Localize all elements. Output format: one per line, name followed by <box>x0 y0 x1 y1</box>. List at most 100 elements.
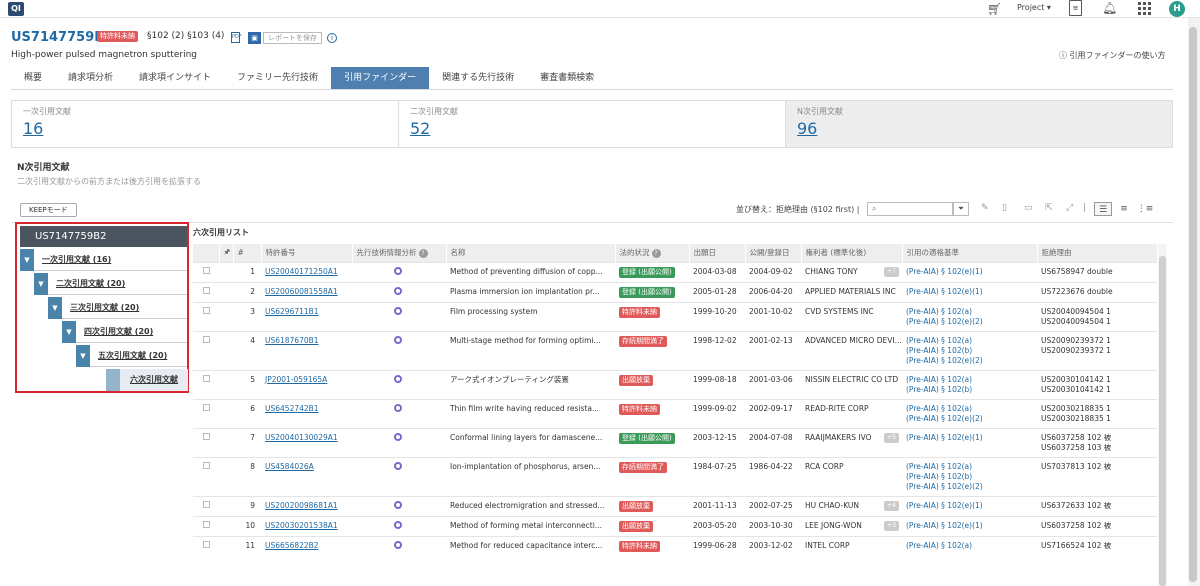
patent-link[interactable]: US6452742B1 <box>261 398 352 428</box>
analysis-icon[interactable] <box>394 286 402 295</box>
list-view-icon[interactable]: ☰ <box>1094 202 1112 216</box>
bell-icon[interactable]: 🔔︎ <box>1102 1 1117 15</box>
pdf-icon[interactable]: PDF <box>231 32 242 43</box>
column-header[interactable]: 先行技術情報分析? <box>352 244 447 262</box>
keep-mode-button[interactable]: KEEPモード <box>20 203 77 217</box>
column-header[interactable]: 法的状況? <box>615 244 690 262</box>
tree-root[interactable]: US7147759B2 <box>20 226 187 247</box>
count-value[interactable]: 52 <box>410 119 774 138</box>
row-checkbox[interactable] <box>203 403 210 411</box>
help-link[interactable]: ⓘ 引用ファインダーの使い方 <box>1059 50 1166 61</box>
save-report-button[interactable]: ▣ レポートを保存 <box>248 32 322 44</box>
more-assignees-badge[interactable]: +4 <box>884 500 899 511</box>
share-icon[interactable]: ⇱ <box>1045 203 1053 213</box>
row-checkbox[interactable] <box>203 266 210 274</box>
tree-level-2[interactable]: ▼ 二次引用文献 (20) <box>34 273 187 295</box>
column-header[interactable]: 公開/登録日 <box>745 244 802 262</box>
column-header[interactable]: 名称 <box>446 244 616 262</box>
app-logo[interactable]: QI <box>8 2 24 16</box>
column-header[interactable]: 出願日 <box>689 244 746 262</box>
patent-link[interactable]: US20040130029A1 <box>261 427 352 457</box>
table-row[interactable]: 3 US6296711B1 Film processing system 特許料未納 1… <box>193 301 1157 331</box>
row-checkbox[interactable] <box>203 335 210 343</box>
row-checkbox[interactable] <box>203 374 210 382</box>
row-checkbox[interactable] <box>203 540 210 548</box>
table-row[interactable]: 5 JP2001-059165A アーク式イオンプレーティング装置 出願放棄 1999-… <box>193 369 1157 399</box>
row-checkbox[interactable] <box>203 286 210 294</box>
row-checkbox[interactable] <box>203 432 210 440</box>
table-scrollbar-thumb[interactable] <box>1159 256 1166 586</box>
tree-level-3[interactable]: ▼ 三次引用文献 (20) <box>48 297 187 319</box>
column-header[interactable]: 引用の適格基準 <box>902 244 1038 262</box>
row-checkbox[interactable] <box>203 520 210 528</box>
tree-level-1[interactable]: ▼ 一次引用文献 (16) <box>20 249 187 271</box>
more-assignees-badge[interactable]: +3 <box>884 520 899 531</box>
filter-icon[interactable]: ⏷ <box>953 202 969 216</box>
tree-level-5[interactable]: ▼ 五次引用文献 (20) <box>76 345 187 367</box>
column-header[interactable]: # <box>233 244 262 262</box>
table-row[interactable]: 4 US6187670B1 Multi-stage method for formi… <box>193 330 1157 370</box>
tab-claims-insight[interactable]: 請求項インサイト <box>126 67 224 89</box>
more-assignees-badge[interactable]: +5 <box>884 432 899 443</box>
table-row[interactable]: 7 US20040130029A1 Conformal lining layers … <box>193 427 1157 457</box>
count-nth[interactable]: N次引用文献 96 <box>786 101 1172 147</box>
sort-label[interactable]: 並び替え：拒絶理由 (§102 first) | <box>736 204 859 215</box>
chevron-down-icon[interactable]: ▼ <box>48 297 62 319</box>
analysis-icon[interactable] <box>394 403 402 412</box>
copy-icon[interactable]: ▯ <box>1002 203 1007 213</box>
row-checkbox[interactable] <box>203 500 210 508</box>
table-row[interactable]: 8 US4584026A Ion-implantation of phosphoru… <box>193 456 1157 496</box>
analysis-icon[interactable] <box>394 500 402 509</box>
analysis-icon[interactable] <box>394 374 402 383</box>
compact-view-icon[interactable]: ≡ <box>1115 202 1133 216</box>
count-value[interactable]: 96 <box>797 119 1161 138</box>
analysis-icon[interactable] <box>394 266 402 275</box>
count-secondary[interactable]: 二次引用文献 52 <box>399 101 786 147</box>
row-checkbox[interactable] <box>203 306 210 314</box>
tree-level-4[interactable]: ▼ 四次引用文献 (20) <box>62 321 187 343</box>
cart-icon[interactable]: 🛒︎ <box>987 2 1002 16</box>
expand-icon[interactable]: ⤢ <box>1066 203 1073 213</box>
patent-link[interactable]: US20030201538A1 <box>261 515 352 536</box>
column-header[interactable]: 拒絶理由 <box>1037 244 1157 262</box>
table-row[interactable]: 9 US20020098681A1 Reduced electromigration… <box>193 495 1157 516</box>
apps-grid-icon[interactable] <box>1138 2 1151 15</box>
project-dropdown[interactable]: Project ▾ <box>1017 3 1051 12</box>
tab-citation-finder[interactable]: 引用ファインダー <box>331 67 430 89</box>
analysis-icon[interactable] <box>394 540 402 549</box>
detail-view-icon[interactable]: ⋮≡ <box>1136 202 1154 216</box>
edit-icon[interactable]: ✎ <box>981 203 989 213</box>
table-row[interactable]: 1 US20040171250A1 Method of preventing dif… <box>193 261 1157 282</box>
tab-family-prior-art[interactable]: ファミリー先行技術 <box>224 67 331 89</box>
column-header[interactable]: 🖈 <box>219 244 234 262</box>
row-checkbox[interactable] <box>203 461 210 469</box>
column-header[interactable] <box>193 244 220 262</box>
table-row[interactable]: 2 US20060081558A1 Plasma immersion ion imp… <box>193 281 1157 302</box>
tree-level-6[interactable]: 六次引用文献 <box>106 369 188 391</box>
chevron-down-icon[interactable]: ▼ <box>20 249 34 271</box>
tab-claims-analysis[interactable]: 請求項分析 <box>55 67 126 89</box>
chevron-down-icon[interactable]: ▼ <box>34 273 48 295</box>
analysis-icon[interactable] <box>394 335 402 344</box>
patent-link[interactable]: US6296711B1 <box>261 301 352 331</box>
chevron-down-icon[interactable]: ▼ <box>62 321 76 343</box>
patent-link[interactable]: JP2001-059165A <box>261 369 352 399</box>
analysis-icon[interactable] <box>394 306 402 315</box>
document-icon[interactable]: ≡ <box>1069 0 1082 16</box>
analysis-icon[interactable] <box>394 461 402 470</box>
page-scrollbar-thumb[interactable] <box>1189 27 1197 582</box>
count-value[interactable]: 16 <box>23 119 387 138</box>
patent-link[interactable]: US20040171250A1 <box>261 261 352 282</box>
table-row[interactable]: 6 US6452742B1 Thin film write having reduc… <box>193 398 1157 428</box>
avatar[interactable]: H <box>1169 1 1185 17</box>
column-header[interactable]: 特許番号 <box>261 244 353 262</box>
tab-overview[interactable]: 概要 <box>11 67 55 89</box>
analysis-icon[interactable] <box>394 520 402 529</box>
tab-prosecution-search[interactable]: 審査書類検索 <box>527 67 607 89</box>
column-header[interactable]: 権利者 (標準化後) <box>801 244 903 262</box>
patent-link[interactable]: US6656822B2 <box>261 535 352 556</box>
table-row[interactable]: 11 US6656822B2 Method for reduced capacita… <box>193 535 1157 556</box>
patent-link[interactable]: US6187670B1 <box>261 330 352 370</box>
patent-link[interactable]: US4584026A <box>261 456 352 496</box>
count-primary[interactable]: 一次引用文献 16 <box>12 101 399 147</box>
